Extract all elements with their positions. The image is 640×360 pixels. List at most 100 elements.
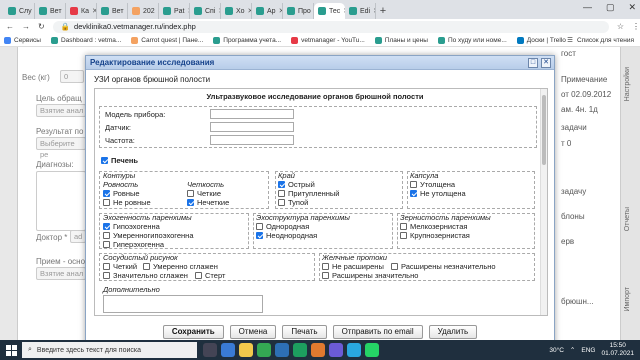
browser-tab[interactable]: Pat✕ <box>159 3 190 19</box>
teams-icon[interactable] <box>329 343 343 357</box>
bookmark-item[interactable]: Планы и цены <box>374 36 428 44</box>
save-button[interactable]: Сохранить <box>162 325 224 339</box>
bookmark-item[interactable]: Доски | Trello <box>516 36 566 44</box>
umsglazhen-option[interactable]: Умеренно сглажен <box>143 262 218 271</box>
odnorod-option[interactable]: Однородная <box>256 222 309 231</box>
taskview-icon[interactable] <box>203 343 217 357</box>
explorer-icon[interactable] <box>239 343 253 357</box>
chetkie-option[interactable]: Четкие <box>187 189 221 198</box>
umhypo-checkbox[interactable] <box>103 232 110 239</box>
taskbar-search[interactable]: ⌕ Введите здесь текст для поиска <box>22 342 197 358</box>
cancel-button[interactable]: Отмена <box>229 325 277 339</box>
nerasshir-checkbox[interactable] <box>322 263 329 270</box>
utolshena-checkbox[interactable] <box>410 181 417 188</box>
form-scrollbar[interactable] <box>540 89 547 315</box>
neodnorod-option[interactable]: Неоднородная <box>256 231 317 240</box>
liver-checkbox[interactable] <box>101 157 108 164</box>
word-icon[interactable] <box>275 343 289 357</box>
rasshir-zn-option[interactable]: Расширены значительно <box>322 271 418 280</box>
browser-tab[interactable]: Хо✕ <box>221 3 252 19</box>
excel-icon[interactable] <box>293 343 307 357</box>
maximize-icon[interactable]: ▢ <box>606 2 615 13</box>
znsglazhen-checkbox[interactable] <box>103 272 110 279</box>
umhypo-option[interactable]: Умеренногипоэхогенна <box>103 231 194 240</box>
umsglazhen-checkbox[interactable] <box>143 263 150 270</box>
browser-tab[interactable]: Про✕ <box>283 3 314 19</box>
windows-start-icon[interactable] <box>0 340 22 360</box>
minimize-dialog-icon[interactable]: □ <box>528 58 538 68</box>
bookmark-item[interactable]: По худу или номе... <box>437 36 507 44</box>
pritup-option[interactable]: Притупленный <box>278 189 340 198</box>
browser-tab[interactable]: Слу✕ <box>4 3 35 19</box>
close-window-icon[interactable]: ✕ <box>628 2 636 13</box>
app-icon[interactable] <box>311 343 325 357</box>
browser-tab[interactable]: Edi✕ <box>345 3 376 19</box>
nechetkie-checkbox[interactable] <box>187 199 194 206</box>
reload-icon[interactable]: ↻ <box>38 22 45 31</box>
melko-option[interactable]: Мелкозернистая <box>400 222 467 231</box>
rasshir-nezn-option[interactable]: Расширены незначительно <box>391 262 496 271</box>
nechetkie-option[interactable]: Нечеткие <box>187 198 229 207</box>
hyper-option[interactable]: Гиперэхогенна <box>103 240 164 249</box>
hyper-checkbox[interactable] <box>103 241 110 248</box>
side-tab-import[interactable]: Импорт <box>624 287 631 311</box>
nerovnye-checkbox[interactable] <box>103 199 110 206</box>
menu-icon[interactable]: ⋮ <box>632 22 640 31</box>
stert-option[interactable]: Стерт <box>195 271 225 280</box>
forward-icon[interactable]: → <box>22 22 30 31</box>
browser-tab[interactable]: Вет✕ <box>97 3 128 19</box>
nerovnye-option[interactable]: Не ровные <box>103 198 151 207</box>
melko-checkbox[interactable] <box>400 223 407 230</box>
goal-input[interactable]: Взятие анал <box>36 104 86 117</box>
star-icon[interactable]: ☆ <box>617 22 624 31</box>
clock[interactable]: 15:50 01.07.2021 <box>601 342 634 358</box>
browser-tab[interactable]: 202✕ <box>128 3 159 19</box>
neodnorod-checkbox[interactable] <box>256 232 263 239</box>
browser-tab[interactable]: Ка✕ <box>66 3 97 19</box>
chrome-icon[interactable] <box>257 343 271 357</box>
send-email-button[interactable]: Отправить по email <box>332 325 423 339</box>
chetkii-option[interactable]: Четкий <box>103 262 137 271</box>
rovnye-checkbox[interactable] <box>103 190 110 197</box>
ostryi-checkbox[interactable] <box>278 181 285 188</box>
chetkie-checkbox[interactable] <box>187 190 194 197</box>
utolshena-option[interactable]: Утолщена <box>410 180 455 189</box>
minimize-icon[interactable]: — <box>583 2 592 13</box>
print-button[interactable]: Печать <box>282 325 327 339</box>
bookmark-item[interactable]: Carrot quest | Пане... <box>131 36 203 44</box>
browser-tab[interactable]: Тес✕ <box>314 3 345 19</box>
neutolshena-checkbox[interactable] <box>410 190 417 197</box>
hypo-option[interactable]: Гипоэхогенна <box>103 222 160 231</box>
back-icon[interactable]: ← <box>6 22 14 31</box>
side-tab-reports[interactable]: Отчеты <box>624 207 631 231</box>
network-icon[interactable]: ⌃ <box>570 346 575 354</box>
delete-button[interactable]: Удалить <box>428 325 478 339</box>
url-field[interactable]: 🔒 devklinika0.vetmanager.ru/index.php <box>52 20 609 33</box>
lang-indicator[interactable]: ENG <box>581 347 595 354</box>
extra-textarea[interactable] <box>103 295 263 313</box>
form-scrollbar-thumb[interactable] <box>542 95 546 165</box>
bookmark-item[interactable]: Программа учета... <box>213 36 281 44</box>
rasshir-nezn-checkbox[interactable] <box>391 263 398 270</box>
reading-list[interactable]: ☰ Список для чтения <box>567 36 634 45</box>
organ-liver[interactable]: Печень <box>101 156 138 165</box>
krupno-checkbox[interactable] <box>400 232 407 239</box>
bookmark-item[interactable]: vetmanager - YouTu... <box>291 36 365 44</box>
odnorod-checkbox[interactable] <box>256 223 263 230</box>
hypo-checkbox[interactable] <box>103 223 110 230</box>
chetkii-checkbox[interactable] <box>103 263 110 270</box>
rasshir-zn-checkbox[interactable] <box>322 272 329 279</box>
diag-textarea[interactable] <box>36 171 86 231</box>
pritup-checkbox[interactable] <box>278 190 285 197</box>
nerasshir-option[interactable]: Не расширены <box>322 262 384 271</box>
tupoi-checkbox[interactable] <box>278 199 285 206</box>
ves-input[interactable]: 0 <box>60 70 84 83</box>
priem-select[interactable]: Взятие анал <box>36 267 86 280</box>
whatsapp-icon[interactable] <box>365 343 379 357</box>
znsglazhen-option[interactable]: Значительно сглажен <box>103 271 188 280</box>
browser-tab[interactable]: Ap✕ <box>252 3 283 19</box>
rovnye-option[interactable]: Ровные <box>103 189 140 198</box>
krupno-option[interactable]: Крупнозернистая <box>400 231 470 240</box>
neutolshena-option[interactable]: Не утолщена <box>410 189 466 198</box>
edge-icon[interactable] <box>221 343 235 357</box>
